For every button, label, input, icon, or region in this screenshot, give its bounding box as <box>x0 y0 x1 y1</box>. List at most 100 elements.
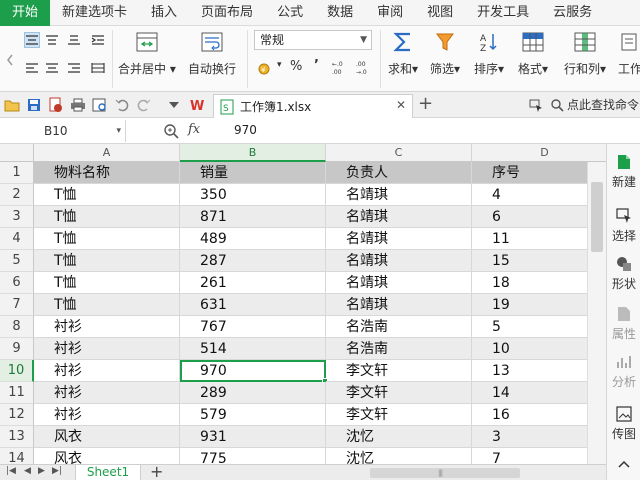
tab-page-layout[interactable]: 页面布局 <box>189 0 265 26</box>
side-properties-button[interactable]: 属性 <box>607 306 640 342</box>
vertical-scrollbar[interactable] <box>587 162 606 464</box>
header-cell-a[interactable]: 物料名称 <box>34 162 180 184</box>
tab-home[interactable]: 开始 <box>0 0 51 26</box>
insert-function-button[interactable]: fx <box>188 122 200 137</box>
row-header-10[interactable]: 10 <box>0 360 34 382</box>
save-icon[interactable] <box>26 97 42 113</box>
last-sheet-icon[interactable]: ▶| <box>52 466 62 476</box>
cell-c5[interactable]: 名靖琪 <box>326 250 472 272</box>
cell-c10[interactable]: 李文轩 <box>326 360 472 382</box>
column-header-c[interactable]: C <box>326 144 472 162</box>
tab-cloud[interactable]: 云服务 <box>541 0 604 26</box>
row-header-2[interactable]: 2 <box>0 184 34 206</box>
side-analysis-button[interactable]: 分析 <box>607 354 640 390</box>
tab-data[interactable]: 数据 <box>315 0 365 26</box>
rows-columns-button[interactable]: 行和列▾ <box>564 30 606 77</box>
cell-d8[interactable]: 5 <box>472 316 606 338</box>
currency-icon[interactable]: ¥ <box>258 60 274 76</box>
cell-d5[interactable]: 15 <box>472 250 606 272</box>
cell-b8[interactable]: 767 <box>180 316 326 338</box>
cell-d11[interactable]: 14 <box>472 382 606 404</box>
ribbon-scroll-left-icon[interactable] <box>2 52 18 68</box>
cell-b7[interactable]: 631 <box>180 294 326 316</box>
tab-insert[interactable]: 插入 <box>139 0 189 26</box>
name-box[interactable]: B10 ▾ <box>0 120 126 142</box>
tab-review[interactable]: 审阅 <box>365 0 415 26</box>
new-tab-icon[interactable]: + <box>418 95 433 113</box>
chevron-down-icon[interactable]: ▾ <box>116 120 121 142</box>
redo-icon[interactable] <box>136 97 152 113</box>
side-select-button[interactable]: 选择 <box>607 208 640 244</box>
wps-logo-icon[interactable]: W <box>190 97 206 113</box>
cell-c12[interactable]: 李文轩 <box>326 404 472 426</box>
cell-d12[interactable]: 16 <box>472 404 606 426</box>
cell-b10[interactable]: 970 <box>180 360 326 382</box>
mouse-pointer-icon[interactable] <box>528 97 544 113</box>
number-format-dropdown[interactable]: 常规 ▼ <box>254 30 372 50</box>
rows-columns-dropdown-icon[interactable]: ▾ <box>600 62 606 76</box>
cell-a2[interactable]: T恤 <box>34 184 180 206</box>
cell-b13[interactable]: 931 <box>180 426 326 448</box>
increase-decimal-icon[interactable]: ←.0.00 <box>332 59 348 75</box>
first-sheet-icon[interactable]: |◀ <box>6 466 16 476</box>
command-search[interactable]: 点此查找命令 <box>550 96 639 113</box>
cell-a7[interactable]: T恤 <box>34 294 180 316</box>
percent-button[interactable]: % <box>290 59 302 74</box>
tab-view[interactable]: 视图 <box>415 0 465 26</box>
cell-c6[interactable]: 名靖琪 <box>326 272 472 294</box>
row-header-5[interactable]: 5 <box>0 250 34 272</box>
align-left-icon[interactable] <box>24 60 40 76</box>
wrap-text-button[interactable]: 自动换行 <box>188 30 236 77</box>
cell-c14[interactable]: 沈忆 <box>326 448 472 464</box>
cell-d2[interactable]: 4 <box>472 184 606 206</box>
formula-input[interactable]: 970 <box>234 123 257 137</box>
undo-icon[interactable] <box>114 97 130 113</box>
row-header-11[interactable]: 11 <box>0 382 34 404</box>
row-header-13[interactable]: 13 <box>0 426 34 448</box>
column-header-d[interactable]: D <box>472 144 606 162</box>
next-sheet-icon[interactable]: ▶ <box>38 466 45 476</box>
cell-a9[interactable]: 衬衫 <box>34 338 180 360</box>
filter-dropdown-icon[interactable]: ▾ <box>454 62 460 76</box>
cell-a11[interactable]: 衬衫 <box>34 382 180 404</box>
cell-c7[interactable]: 名靖琪 <box>326 294 472 316</box>
filter-button[interactable]: 筛选▾ <box>430 30 460 77</box>
side-more-button[interactable] <box>607 456 640 472</box>
prev-sheet-icon[interactable]: ◀ <box>24 466 31 476</box>
tab-formulas[interactable]: 公式 <box>265 0 315 26</box>
row-header-3[interactable]: 3 <box>0 206 34 228</box>
cell-c2[interactable]: 名靖琪 <box>326 184 472 206</box>
customize-toolbar-icon[interactable] <box>166 97 182 113</box>
vertical-scroll-thumb[interactable] <box>591 182 603 252</box>
column-header-b[interactable]: B <box>180 144 326 162</box>
sum-dropdown-icon[interactable]: ▾ <box>412 62 418 76</box>
header-cell-b[interactable]: 销量 <box>180 162 326 184</box>
cell-b14[interactable]: 775 <box>180 448 326 464</box>
indent-icon[interactable] <box>90 32 106 48</box>
format-dropdown-icon[interactable]: ▾ <box>542 62 548 76</box>
cell-c4[interactable]: 名靖琪 <box>326 228 472 250</box>
side-shape-button[interactable]: 形状 <box>607 256 640 292</box>
currency-dropdown-icon[interactable]: ▾ <box>277 60 282 70</box>
tab-new-tab[interactable]: 新建选项卡 <box>50 0 139 26</box>
cell-a5[interactable]: T恤 <box>34 250 180 272</box>
tab-developer[interactable]: 开发工具 <box>465 0 541 26</box>
align-top-icon[interactable] <box>24 32 40 48</box>
align-middle-icon[interactable] <box>44 32 60 48</box>
cell-b12[interactable]: 579 <box>180 404 326 426</box>
cell-a12[interactable]: 衬衫 <box>34 404 180 426</box>
cell-c11[interactable]: 李文轩 <box>326 382 472 404</box>
sort-dropdown-icon[interactable]: ▾ <box>498 62 504 76</box>
row-header-8[interactable]: 8 <box>0 316 34 338</box>
merge-dropdown-icon[interactable]: ▾ <box>170 62 176 76</box>
cell-a3[interactable]: T恤 <box>34 206 180 228</box>
cell-d14[interactable]: 7 <box>472 448 606 464</box>
cell-b2[interactable]: 350 <box>180 184 326 206</box>
document-tab[interactable]: S 工作簿1.xlsx ✕ <box>213 94 413 118</box>
cell-c9[interactable]: 名浩南 <box>326 338 472 360</box>
align-bottom-icon[interactable] <box>66 32 82 48</box>
cell-d6[interactable]: 18 <box>472 272 606 294</box>
cell-b9[interactable]: 514 <box>180 338 326 360</box>
row-header-7[interactable]: 7 <box>0 294 34 316</box>
cell-d7[interactable]: 19 <box>472 294 606 316</box>
